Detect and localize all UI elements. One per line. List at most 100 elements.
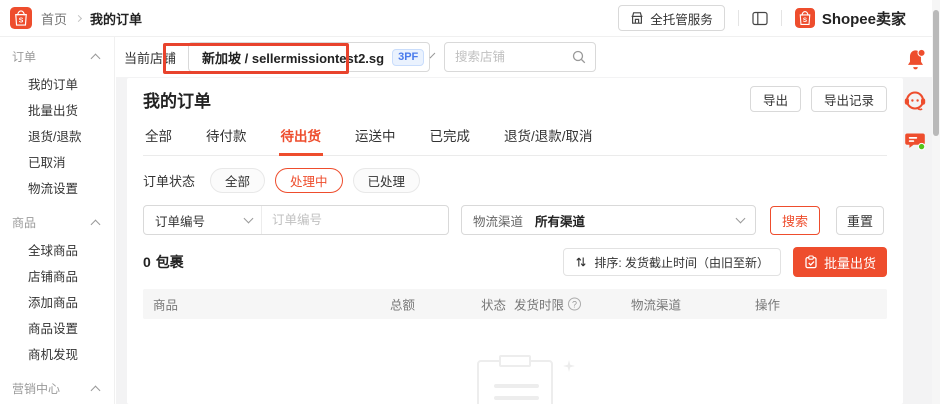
sidebar-section-header-products[interactable]: 商品 xyxy=(0,209,114,236)
store-search-input[interactable] xyxy=(455,50,573,64)
page: S 首页 我的订单 全托管服务 S Shopee卖家 订单 我的订单 批量出货 … xyxy=(0,0,940,404)
col-ship-deadline: 发货时限 xyxy=(514,295,582,314)
chevron-down-icon xyxy=(429,52,436,59)
fully-managed-shop-icon xyxy=(630,11,644,25)
empty-clipboard-illustration xyxy=(477,355,575,404)
sort-label: 排序: 发货截止时间（由旧至新） xyxy=(594,255,769,270)
sidebar-item-cancelled[interactable]: 已取消 xyxy=(0,148,114,174)
chat-icon[interactable] xyxy=(904,130,926,152)
filter-row: 订单编号 物流渠道 所有渠道 搜索 重置 xyxy=(143,205,887,235)
breadcrumb-home[interactable]: 首页 xyxy=(41,9,67,28)
chevron-down-icon xyxy=(735,213,746,224)
sort-icon xyxy=(575,256,587,268)
sort-selector[interactable]: 排序: 发货截止时间（由旧至新） xyxy=(563,248,781,276)
sparkle-icon xyxy=(563,360,575,375)
empty-orders-zone xyxy=(143,319,887,404)
col-channel: 物流渠道 xyxy=(631,298,682,313)
col-ship-deadline-label: 发货时限 xyxy=(514,298,565,313)
breadcrumb-separator-icon xyxy=(74,14,83,22)
logistics-channel-value: 所有渠道 xyxy=(535,214,586,229)
chevron-up-icon xyxy=(90,385,101,395)
status-pill-processed[interactable]: 已处理 xyxy=(352,168,421,193)
export-button[interactable]: 导出 xyxy=(749,86,801,112)
tab-completed[interactable]: 已完成 xyxy=(428,117,473,155)
col-status: 状态 xyxy=(481,298,507,313)
tab-all[interactable]: 全部 xyxy=(143,117,174,155)
sidebar-item-logistics-settings[interactable]: 物流设置 xyxy=(0,174,114,200)
export-group: 导出 导出记录 xyxy=(749,86,887,112)
package-count-unit: 包裹 xyxy=(155,254,184,270)
brand: S Shopee卖家 xyxy=(794,8,906,29)
tab-unpaid[interactable]: 待付款 xyxy=(204,117,249,155)
order-number-filter: 订单编号 xyxy=(143,205,449,235)
sidebar-section-label: 订单 xyxy=(12,50,37,64)
order-status-row: 订单状态 全部 处理中 已处理 xyxy=(143,168,887,193)
sidebar-item-global-products[interactable]: 全球商品 xyxy=(0,236,114,262)
chevron-down-icon xyxy=(243,213,254,224)
help-icon[interactable] xyxy=(568,297,582,311)
sidebar-section-label: 商品 xyxy=(12,216,37,230)
svg-text:S: S xyxy=(19,18,24,25)
clipboard-line xyxy=(494,384,539,388)
reset-button[interactable]: 重置 xyxy=(836,205,884,235)
sidebar-section-label: 营销中心 xyxy=(12,382,61,396)
topbar-divider xyxy=(737,10,739,26)
sidebar-item-bulk-ship[interactable]: 批量出货 xyxy=(0,96,114,122)
topbar-divider xyxy=(780,10,782,26)
floating-toolbar xyxy=(902,47,928,152)
shopee-logo-icon: S xyxy=(794,8,815,28)
fully-managed-label: 全托管服务 xyxy=(650,12,713,27)
bulk-ship-button[interactable]: 批量出货 xyxy=(792,247,887,277)
order-tabs: 全部 待付款 待出货 运送中 已完成 退货/退款/取消 xyxy=(143,117,887,156)
bulk-ship-label: 批量出货 xyxy=(823,255,876,271)
orders-card: 我的订单 导出 导出记录 全部 待付款 待出货 运送中 已完成 退货/退款/取消… xyxy=(127,78,903,404)
status-pill-processing[interactable]: 处理中 xyxy=(275,168,343,193)
bell-icon[interactable] xyxy=(903,47,928,72)
sidebar: 订单 我的订单 批量出货 退货/退款 已取消 物流设置 商品 全球商品 店铺商品… xyxy=(0,37,115,404)
svg-text:S: S xyxy=(803,17,807,24)
sidebar-section-header-marketing[interactable]: 营销中心 xyxy=(0,375,114,402)
card-header: 我的订单 导出 导出记录 xyxy=(143,86,887,112)
topbar-actions: 全托管服务 S Shopee卖家 xyxy=(618,5,906,31)
sidebar-item-returns-refunds[interactable]: 退货/退款 xyxy=(0,122,114,148)
col-actions: 操作 xyxy=(755,298,781,313)
sidebar-item-my-orders[interactable]: 我的订单 xyxy=(0,70,114,96)
order-number-input[interactable] xyxy=(262,206,448,234)
topbar: S 首页 我的订单 全托管服务 S Shopee卖家 xyxy=(0,0,940,37)
search-icon xyxy=(572,50,586,64)
fully-managed-button[interactable]: 全托管服务 xyxy=(618,5,725,31)
tab-to-ship[interactable]: 待出货 xyxy=(278,117,323,156)
sidebar-section-marketing: 营销中心 营销中心 Shopee广告 折扣活动 店内秒杀 优惠券 xyxy=(0,375,114,404)
store-badge: 3PF xyxy=(392,48,425,66)
clipboard-line xyxy=(494,396,539,400)
package-count-value: 0 xyxy=(143,254,151,270)
sidebar-item-product-settings[interactable]: 商品设置 xyxy=(0,314,114,340)
layout-toggle-icon[interactable] xyxy=(752,11,768,26)
store-select[interactable]: 新加坡 / sellermissiontest2.sg 3PF xyxy=(188,42,436,72)
sidebar-section-header-orders[interactable]: 订单 xyxy=(0,43,114,70)
col-product: 商品 xyxy=(153,298,179,313)
logistics-channel-label: 物流渠道 xyxy=(473,214,524,229)
chevron-up-icon xyxy=(90,53,101,63)
sidebar-item-add-product[interactable]: 添加商品 xyxy=(0,288,114,314)
sidebar-item-shop-products[interactable]: 店铺商品 xyxy=(0,262,114,288)
sidebar-item-opportunity-discovery[interactable]: 商机发现 xyxy=(0,340,114,366)
tab-shipping[interactable]: 运送中 xyxy=(353,117,398,155)
chevron-up-icon xyxy=(90,219,101,229)
sidebar-section-orders: 订单 我的订单 批量出货 退货/退款 已取消 物流设置 xyxy=(0,43,114,200)
headset-icon[interactable] xyxy=(903,89,927,113)
main-area: 当前店铺 新加坡 / sellermissiontest2.sg 3PF 我的订… xyxy=(116,37,932,404)
export-history-button[interactable]: 导出记录 xyxy=(810,86,887,112)
scrollbar-thumb[interactable] xyxy=(933,10,939,136)
clipboard-tab xyxy=(499,355,531,367)
brand-name: Shopee卖家 xyxy=(821,10,906,28)
order-status-label: 订单状态 xyxy=(143,174,196,189)
search-button[interactable]: 搜索 xyxy=(770,205,820,235)
sidebar-section-products: 商品 全球商品 店铺商品 添加商品 商品设置 商机发现 xyxy=(0,209,114,366)
page-title: 我的订单 xyxy=(143,91,211,111)
content-area: 我的订单 导出 导出记录 全部 待付款 待出货 运送中 已完成 退货/退款/取消… xyxy=(116,77,932,404)
logistics-channel-select[interactable]: 物流渠道 所有渠道 xyxy=(461,205,756,235)
status-pill-all[interactable]: 全部 xyxy=(210,168,266,193)
search-field-select[interactable]: 订单编号 xyxy=(144,206,262,234)
tab-return-refund-cancel[interactable]: 退货/退款/取消 xyxy=(502,117,595,155)
